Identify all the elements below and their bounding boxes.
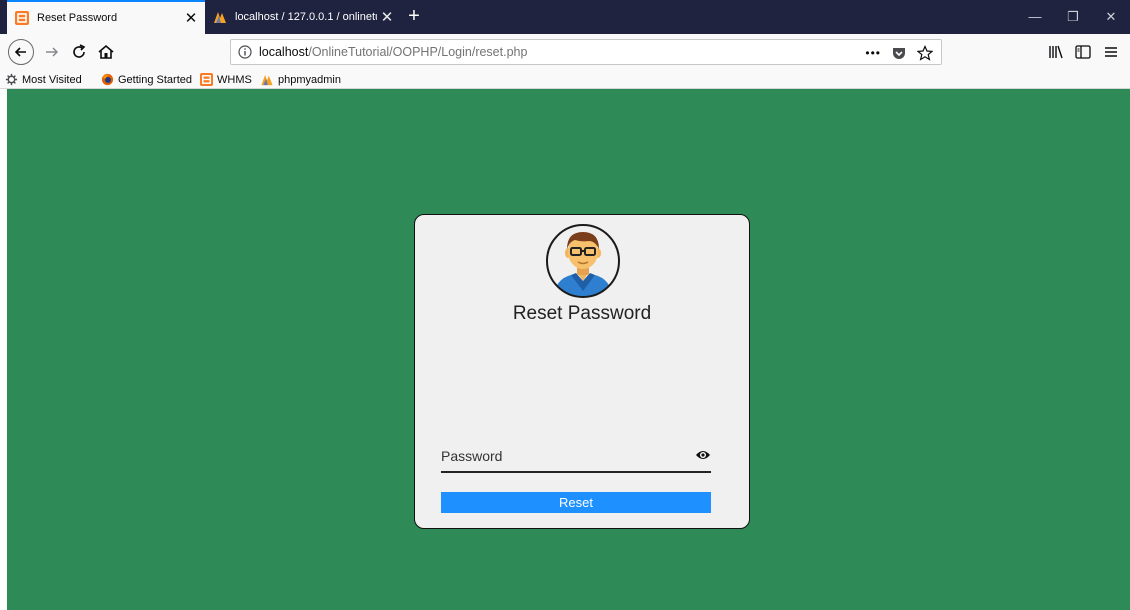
menu-icon[interactable]	[1102, 43, 1120, 61]
reset-password-card: Reset Password Reset	[414, 214, 750, 529]
bookmark-most-visited[interactable]: Most Visited	[5, 72, 82, 87]
forward-icon[interactable]	[43, 43, 61, 61]
page-background: Reset Password Reset	[7, 89, 1130, 610]
firefox-icon	[101, 73, 114, 86]
phpmyadmin-icon	[214, 12, 226, 23]
bookmark-phpmyadmin[interactable]: phpmyadmin	[260, 72, 341, 87]
library-icon[interactable]	[1047, 43, 1065, 61]
password-field	[441, 445, 711, 473]
gear-icon	[5, 73, 18, 86]
restore-icon[interactable]: ❐	[1054, 0, 1092, 34]
close-tab-icon[interactable]: ✕	[181, 9, 201, 27]
page-actions-icon[interactable]: •••	[865, 46, 881, 60]
page-title: Reset Password	[512, 303, 652, 324]
reset-button[interactable]: Reset	[441, 492, 711, 513]
tab-strip: Reset Password ✕ localhost / 127.0.0.1 /…	[0, 0, 1130, 34]
url-path: /OnlineTutorial/OOPHP/Login/reset.php	[308, 45, 528, 59]
url-host: localhost	[259, 45, 309, 59]
bookmark-label: WHMS	[217, 73, 252, 86]
phpmyadmin-icon	[261, 74, 273, 86]
bookmark-label: phpmyadmin	[278, 73, 341, 86]
bookmark-whms[interactable]: WHMS	[200, 72, 252, 87]
bookmark-star-icon[interactable]	[917, 45, 933, 61]
xampp-icon	[200, 73, 213, 86]
bookmark-label: Most Visited	[22, 73, 82, 86]
url-actions: •••	[865, 44, 933, 62]
tab-title: Reset Password	[37, 12, 118, 24]
user-avatar-icon	[546, 224, 620, 298]
close-tab-icon[interactable]: ✕	[377, 8, 397, 26]
close-window-icon[interactable]: ✕	[1092, 0, 1130, 34]
back-arrow-icon	[14, 47, 26, 57]
info-icon[interactable]	[238, 45, 252, 59]
sidebar-icon[interactable]	[1074, 43, 1092, 61]
xampp-icon	[15, 11, 29, 25]
password-input[interactable]	[441, 445, 681, 467]
minimize-icon[interactable]: —	[1016, 0, 1054, 34]
url-bar[interactable]: localhost/OnlineTutorial/OOPHP/Login/res…	[230, 39, 942, 65]
show-password-eye-icon[interactable]	[695, 448, 711, 462]
reload-icon[interactable]	[70, 43, 88, 61]
bookmark-getting-started[interactable]: Getting Started	[101, 72, 192, 87]
back-button[interactable]	[8, 39, 34, 65]
tab-reset-password[interactable]: Reset Password ✕	[7, 0, 205, 34]
new-tab-button[interactable]: +	[402, 3, 426, 29]
bookmark-label: Getting Started	[118, 73, 192, 86]
navigation-bar: localhost/OnlineTutorial/OOPHP/Login/res…	[0, 34, 1130, 70]
tab-title: localhost / 127.0.0.1 / onlinetut	[235, 11, 377, 23]
url-text: localhost/OnlineTutorial/OOPHP/Login/res…	[259, 45, 527, 59]
bookmarks-toolbar: Most Visited Getting Started WHMS phpmya…	[0, 70, 1130, 89]
tab-phpmyadmin[interactable]: localhost / 127.0.0.1 / onlinetut ✕	[205, 0, 401, 34]
home-icon[interactable]	[97, 43, 115, 61]
pocket-icon[interactable]	[891, 45, 907, 61]
